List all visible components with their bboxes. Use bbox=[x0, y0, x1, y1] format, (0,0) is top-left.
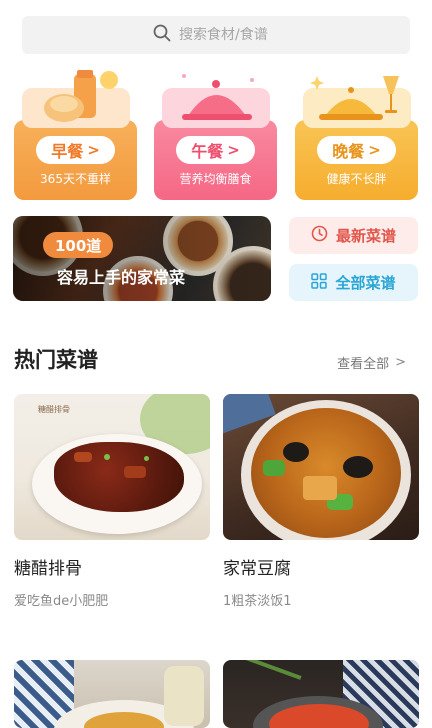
recipe-card[interactable] bbox=[223, 660, 419, 728]
hot-recipes-title: 热门菜谱 bbox=[14, 348, 98, 372]
dinner-button[interactable]: 晚餐 > bbox=[317, 136, 396, 164]
recipe-photo[interactable]: 糖醋排骨 bbox=[14, 394, 210, 540]
lunch-label: 午餐 bbox=[191, 142, 224, 161]
all-recipes-label: 全部菜谱 bbox=[335, 274, 396, 292]
recipe-author: 爱吃鱼de小肥肥 bbox=[14, 594, 109, 609]
recipe-card[interactable] bbox=[14, 660, 210, 728]
recipe-photo-caption: 糖醋排骨 bbox=[38, 405, 70, 414]
home-cooking-banner[interactable]: 100道 容易上手的家常菜 bbox=[13, 216, 271, 301]
chevron-right-icon: > bbox=[87, 141, 100, 159]
breakfast-button[interactable]: 早餐 > bbox=[36, 136, 115, 164]
dinner-subtitle: 健康不长胖 bbox=[326, 172, 387, 186]
breakfast-illustration-icon bbox=[22, 70, 130, 128]
recipe-card[interactable]: 家常豆腐 1粗茶淡饭1 bbox=[223, 394, 419, 609]
recipe-name: 糖醋排骨 bbox=[14, 559, 82, 579]
see-all-link[interactable]: 查看全部 > bbox=[337, 353, 406, 372]
lunch-button[interactable]: 午餐 > bbox=[176, 136, 255, 164]
see-all-label: 查看全部 bbox=[337, 357, 390, 372]
breakfast-label: 早餐 bbox=[51, 142, 84, 161]
dinner-illustration-icon bbox=[303, 76, 411, 128]
recipe-card[interactable]: 糖醋排骨 糖醋排骨 爱吃鱼de小肥肥 bbox=[14, 394, 210, 609]
breakfast-card[interactable]: 早餐 > 365天不重样 bbox=[14, 66, 137, 200]
dinner-label: 晚餐 bbox=[332, 142, 365, 161]
breakfast-subtitle: 365天不重样 bbox=[40, 172, 111, 186]
lunch-subtitle: 营养均衡膳食 bbox=[179, 172, 252, 186]
recipe-name: 家常豆腐 bbox=[223, 559, 291, 579]
search-icon bbox=[153, 24, 179, 46]
latest-recipes-label: 最新菜谱 bbox=[335, 227, 396, 245]
recipe-count-badge: 100道 bbox=[43, 232, 114, 258]
dinner-card[interactable]: 晚餐 > 健康不长胖 bbox=[295, 66, 418, 200]
recipe-photo[interactable] bbox=[14, 660, 210, 728]
lunch-illustration-icon bbox=[162, 74, 270, 128]
clock-icon bbox=[311, 225, 336, 246]
grid-icon bbox=[311, 272, 335, 293]
chevron-right-icon: > bbox=[395, 355, 406, 370]
banner-title: 容易上手的家常菜 bbox=[57, 268, 186, 287]
chevron-right-icon: > bbox=[227, 141, 240, 159]
chevron-right-icon: > bbox=[368, 141, 381, 159]
recipe-author: 1粗茶淡饭1 bbox=[223, 594, 292, 609]
latest-recipes-button[interactable]: 最新菜谱 bbox=[289, 217, 418, 254]
search-input[interactable] bbox=[179, 27, 279, 43]
lunch-card[interactable]: 午餐 > 营养均衡膳食 bbox=[154, 66, 277, 200]
search-bar[interactable] bbox=[22, 16, 410, 54]
recipe-photo[interactable] bbox=[223, 660, 419, 728]
all-recipes-button[interactable]: 全部菜谱 bbox=[289, 264, 418, 301]
recipe-photo[interactable] bbox=[223, 394, 419, 540]
